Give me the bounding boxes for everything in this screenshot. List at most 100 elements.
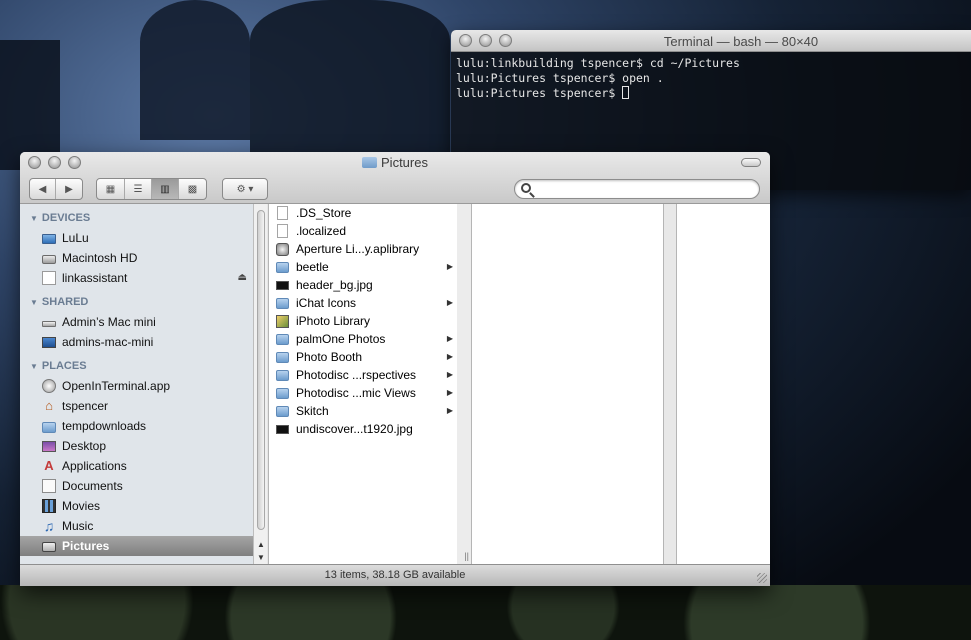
document-icon xyxy=(277,224,288,238)
disclosure-arrow-icon: ▶ xyxy=(446,388,453,397)
sidebar-item-movies[interactable]: Movies xyxy=(20,496,267,516)
image-file-icon xyxy=(276,425,289,434)
sidebar-item-label: tempdownloads xyxy=(62,419,147,433)
toolbar-toggle-button[interactable] xyxy=(741,158,761,167)
cover-flow-button[interactable]: ▩ xyxy=(179,179,206,199)
file-item-label: Aperture Li...y.aplibrary xyxy=(296,242,420,256)
terminal-output[interactable]: lulu:linkbuilding tspencer$ cd ~/Picture… xyxy=(451,52,971,105)
navigation-buttons: ◀ ▶ xyxy=(29,178,83,200)
status-bar: 13 items, 38.18 GB available xyxy=(20,564,770,586)
column-pictures[interactable]: .DS_Store .localized Aperture Li...y.aplib… xyxy=(268,204,457,564)
view-buttons: ▦ ☰ ▥ ▩ xyxy=(96,178,207,200)
column-empty[interactable] xyxy=(471,204,663,564)
sidebar-item-pictures[interactable]: Pictures xyxy=(20,536,267,556)
sidebar-item-linkassistant[interactable]: linkassistant ⏏ xyxy=(20,268,267,288)
background-foliage xyxy=(0,585,971,640)
file-item[interactable]: Aperture Li...y.aplibrary xyxy=(269,240,457,258)
file-item[interactable]: palmOne Photos ▶ xyxy=(269,330,457,348)
column-view-button[interactable]: ▥ xyxy=(152,179,179,199)
file-item-label: iPhoto Library xyxy=(296,314,371,328)
scroll-arrows[interactable]: ▲ ▼ xyxy=(254,538,267,564)
laptop-icon xyxy=(42,234,56,244)
sidebar-item-label: Pictures xyxy=(62,539,110,553)
sidebar-item-label: LuLu xyxy=(62,231,89,245)
column-divider[interactable] xyxy=(663,204,677,564)
finder-titlebar[interactable]: Pictures ◀ ▶ ▦ ☰ ▥ ▩ ⚙ ▾ xyxy=(20,152,770,204)
sidebar-item-label: Music xyxy=(62,519,94,533)
sidebar-item-documents[interactable]: Documents xyxy=(20,476,267,496)
file-item[interactable]: beetle ▶ xyxy=(269,258,457,276)
list-view-button[interactable]: ☰ xyxy=(125,179,152,199)
disk-image-icon xyxy=(42,271,56,285)
file-item[interactable]: Photodisc ...rspectives ▶ xyxy=(269,366,457,384)
sidebar-item-label: Desktop xyxy=(62,439,107,453)
sidebar-item-label: OpenInTerminal.app xyxy=(62,379,171,393)
file-item[interactable]: Skitch ▶ xyxy=(269,402,457,420)
sidebar-item-label: Admin’s Mac mini xyxy=(62,315,156,329)
file-item-label: Photodisc ...mic Views xyxy=(296,386,416,400)
file-item-label: .localized xyxy=(296,224,347,238)
applications-icon: A xyxy=(44,458,54,473)
status-text: 13 items, 38.18 GB available xyxy=(324,569,466,581)
file-item[interactable]: .localized xyxy=(269,222,457,240)
image-file-icon xyxy=(276,281,289,290)
sidebar-item-label: Applications xyxy=(62,459,127,473)
folder-icon xyxy=(276,387,289,399)
sidebar-section-devices[interactable]: ▼ DEVICES xyxy=(20,208,267,228)
sidebar-item-lulu[interactable]: LuLu xyxy=(20,228,267,248)
file-item[interactable]: .DS_Store xyxy=(269,204,457,222)
movies-icon xyxy=(42,499,56,513)
file-item[interactable]: header_bg.jpg xyxy=(269,276,457,294)
column-divider[interactable]: || xyxy=(457,204,471,564)
search-input[interactable] xyxy=(537,182,747,197)
file-item-label: Photodisc ...rspectives xyxy=(296,368,417,382)
finder-toolbar: ◀ ▶ ▦ ☰ ▥ ▩ ⚙ ▾ xyxy=(20,176,770,202)
sidebar-section-places[interactable]: ▼ PLACES xyxy=(20,356,267,376)
monitor-icon xyxy=(42,336,56,348)
sidebar-item-label: admins-mac-mini xyxy=(62,335,154,349)
terminal-line: lulu:Pictures tspencer$ open . xyxy=(456,71,664,85)
finder-window[interactable]: Pictures ◀ ▶ ▦ ☰ ▥ ▩ ⚙ ▾ ▼ DEVICES LuLu … xyxy=(20,152,770,586)
resize-grip-icon[interactable] xyxy=(757,573,767,583)
file-item[interactable]: undiscover...t1920.jpg xyxy=(269,420,457,438)
sidebar-item-macintosh-hd[interactable]: Macintosh HD xyxy=(20,248,267,268)
file-item-label: beetle xyxy=(296,260,329,274)
sidebar-item-music[interactable]: ♫ Music xyxy=(20,516,267,536)
sidebar-item-tempdownloads[interactable]: tempdownloads xyxy=(20,416,267,436)
column-empty[interactable] xyxy=(677,204,770,564)
documents-icon xyxy=(42,479,56,493)
sidebar-item-admins-mac-mini[interactable]: Admin’s Mac mini xyxy=(20,312,267,332)
file-item-label: .DS_Store xyxy=(296,206,352,220)
terminal-titlebar[interactable]: Terminal — bash — 80×40 xyxy=(451,30,971,52)
file-item[interactable]: iChat Icons ▶ xyxy=(269,294,457,312)
file-item[interactable]: Photo Booth ▶ xyxy=(269,348,457,366)
disclosure-arrow-icon: ▶ xyxy=(446,370,453,379)
desktop-icon xyxy=(42,440,56,452)
search-field[interactable] xyxy=(514,179,760,199)
file-item[interactable]: iPhoto Library xyxy=(269,312,457,330)
scrollbar-thumb[interactable] xyxy=(257,210,265,530)
eject-icon[interactable]: ⏏ xyxy=(238,272,247,283)
sidebar-item-applications[interactable]: A Applications xyxy=(20,456,267,476)
action-menu: ⚙ ▾ xyxy=(222,178,268,200)
icon-view-button[interactable]: ▦ xyxy=(97,179,125,199)
sidebar-item-openinterminal[interactable]: OpenInTerminal.app xyxy=(20,376,267,396)
mac-mini-icon xyxy=(42,321,56,327)
search-icon xyxy=(521,183,531,193)
file-list: .DS_Store .localized Aperture Li...y.aplib… xyxy=(269,204,457,438)
sidebar-item-tspencer[interactable]: ⌂ tspencer xyxy=(20,396,267,416)
forward-button[interactable]: ▶ xyxy=(56,179,82,199)
sidebar-section-shared[interactable]: ▼ SHARED xyxy=(20,292,267,312)
disclosure-triangle-icon: ▼ xyxy=(30,213,38,223)
app-icon xyxy=(42,379,56,393)
folder-icon xyxy=(276,261,289,273)
file-item[interactable]: Photodisc ...mic Views ▶ xyxy=(269,384,457,402)
terminal-line: lulu:linkbuilding tspencer$ cd ~/Picture… xyxy=(456,56,740,70)
disclosure-triangle-icon: ▼ xyxy=(30,297,38,307)
sidebar-scrollbar[interactable]: ▲ ▼ xyxy=(253,204,267,564)
column-resize-handle[interactable]: || xyxy=(464,551,469,561)
sidebar-item-admins-mac-mini-host[interactable]: admins-mac-mini xyxy=(20,332,267,352)
sidebar-item-desktop[interactable]: Desktop xyxy=(20,436,267,456)
gear-icon[interactable]: ⚙ ▾ xyxy=(223,179,267,199)
back-button[interactable]: ◀ xyxy=(30,179,56,199)
